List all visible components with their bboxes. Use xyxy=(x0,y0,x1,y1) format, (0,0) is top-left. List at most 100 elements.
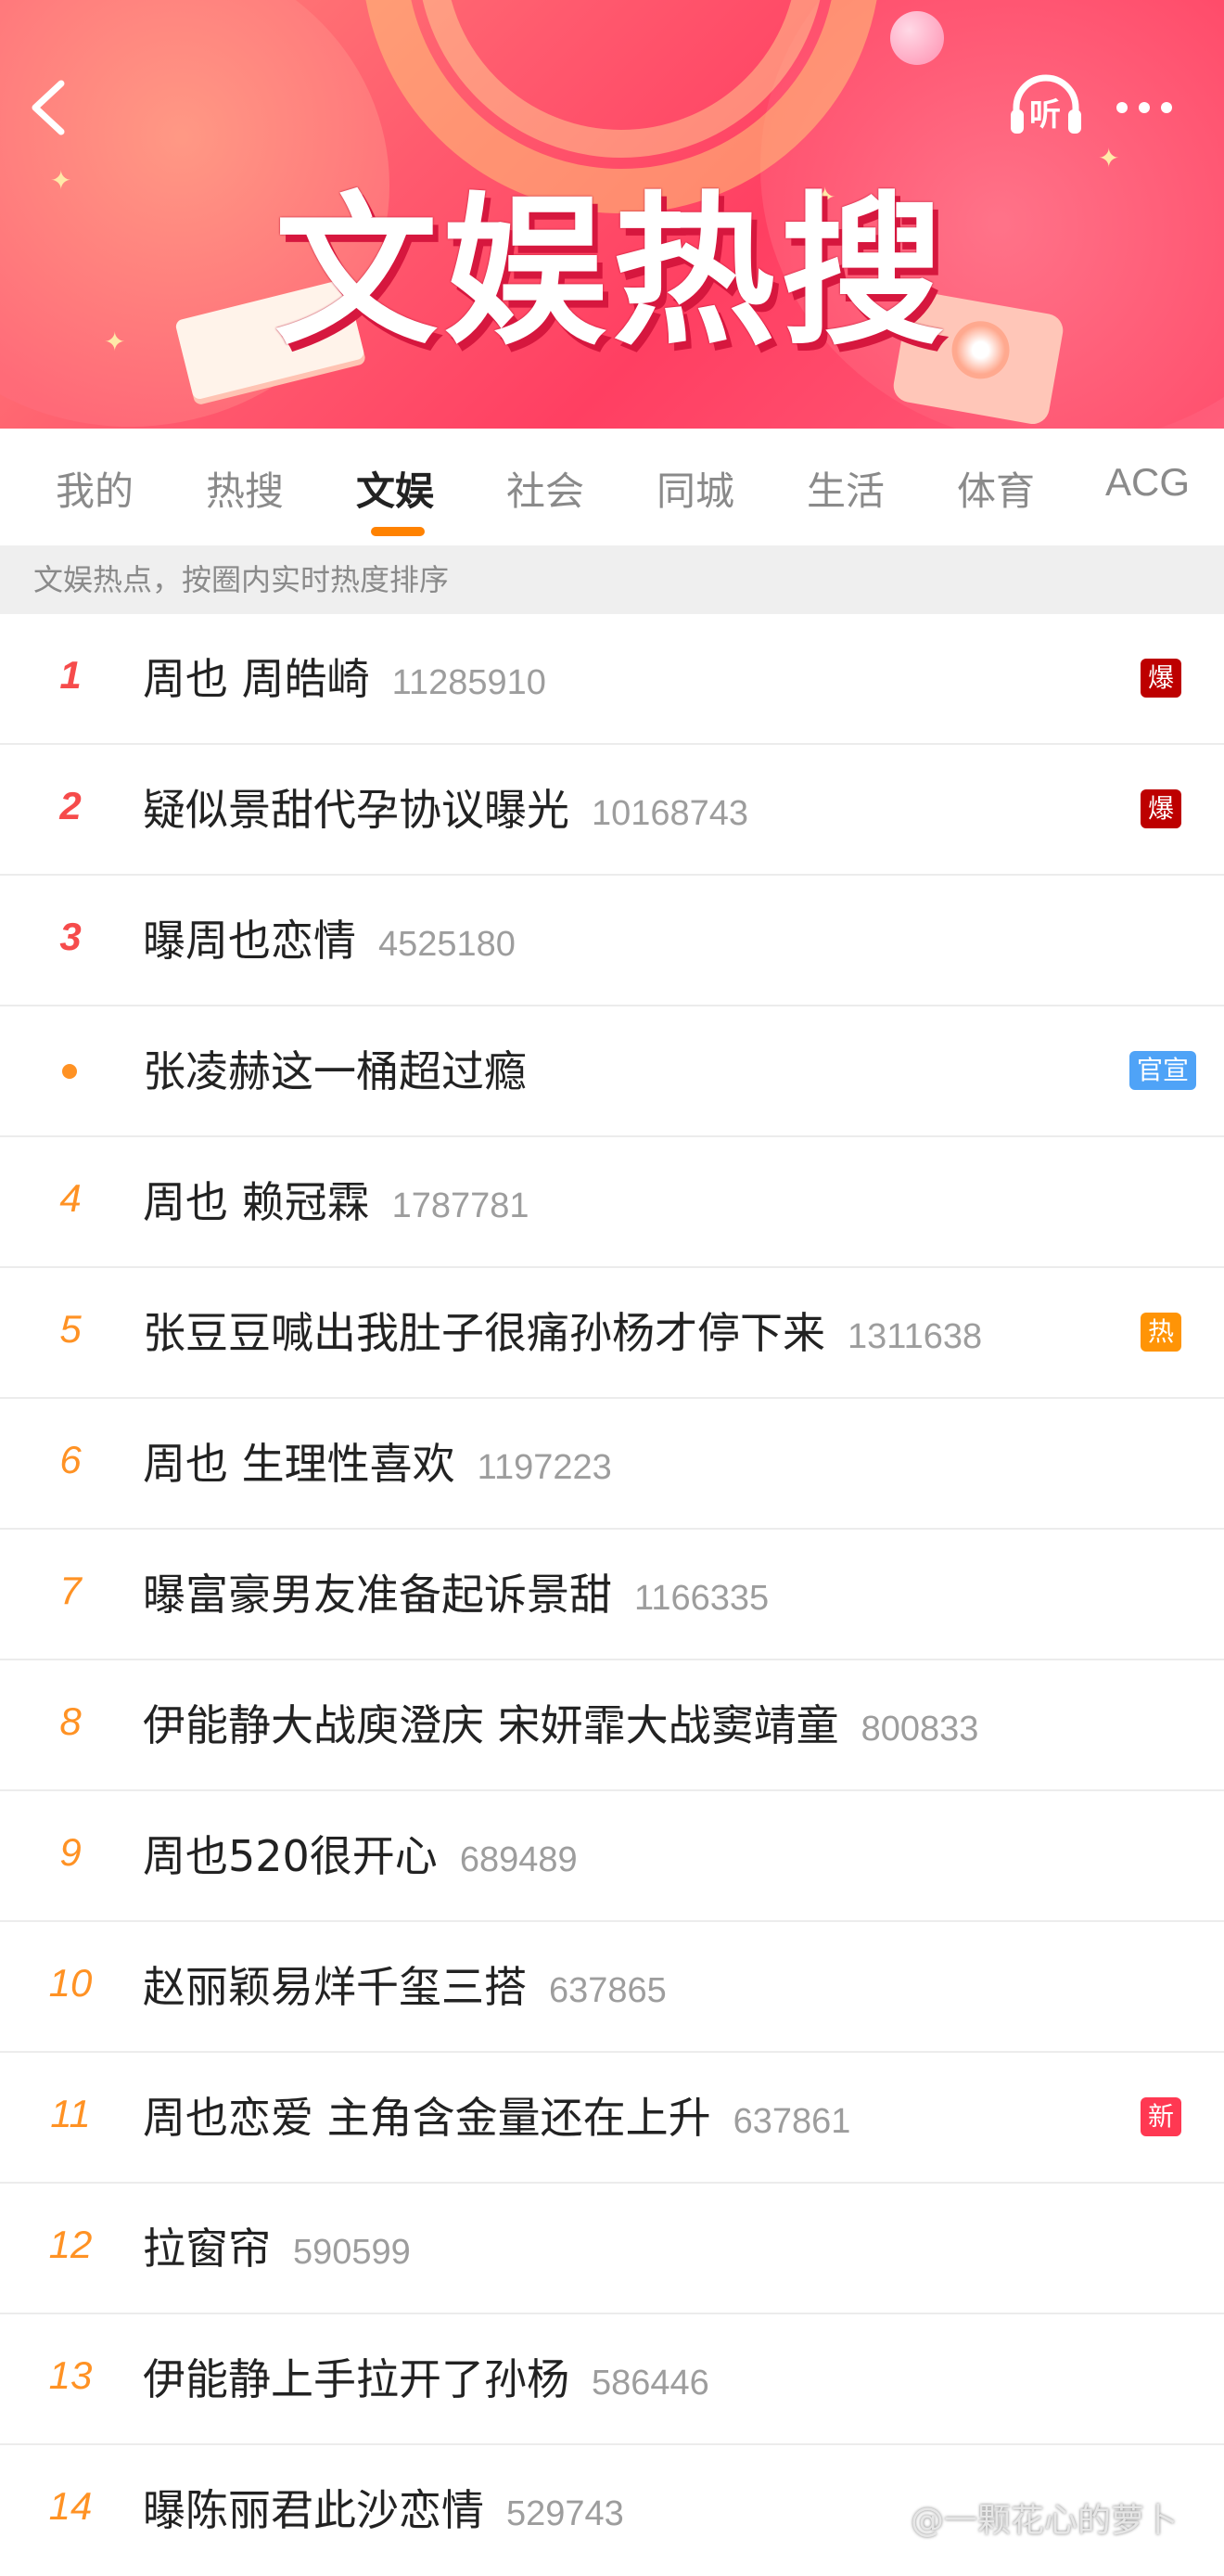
list-item[interactable]: 8 伊能静大战庾澄庆 宋妍霏大战窦靖童 800833 xyxy=(0,1660,1224,1791)
list-item-promoted[interactable]: 张凌赫这一桶超过瘾 官宣 xyxy=(0,1006,1224,1137)
list-item[interactable]: 6 周也 生理性喜欢 1197223 xyxy=(0,1399,1224,1530)
more-button[interactable] xyxy=(1116,89,1191,126)
topic-text: 周也 生理性喜欢 xyxy=(143,1439,455,1489)
heat-count: 590599 xyxy=(293,2233,411,2272)
list-description: 文娱热点，按圈内实时热度排序 xyxy=(0,545,1224,614)
rank-number: 12 xyxy=(48,2223,93,2266)
topic-title: 曝陈丽君此沙恋情 529743 xyxy=(143,2477,624,2538)
heat-count: 529743 xyxy=(506,2494,624,2533)
more-dots-icon xyxy=(1139,102,1150,113)
rank-number: 10 xyxy=(48,1961,93,2005)
topic-text: 曝周也恋情 xyxy=(143,916,356,966)
page-title: 文娱热搜 xyxy=(274,177,950,367)
heat-count: 637865 xyxy=(549,1971,667,2010)
heat-count: 1787781 xyxy=(391,1186,529,1225)
topic-title: 周也 生理性喜欢 1197223 xyxy=(143,1430,612,1492)
heat-count: 11285910 xyxy=(391,663,546,702)
topic-text: 周也 周皓崎 xyxy=(143,654,370,704)
header-banner: ✦ ✦ ✦ ✦ 文娱热搜 听 xyxy=(0,0,1224,429)
heat-count: 4525180 xyxy=(378,925,516,964)
list-item[interactable]: 13 伊能静上手拉开了孙杨 586446 xyxy=(0,2314,1224,2445)
tab-wode[interactable]: 我的 xyxy=(56,460,134,517)
active-tab-indicator xyxy=(371,527,425,536)
list-item[interactable]: 9 周也520很开心 689489 xyxy=(0,1791,1224,1922)
topic-title: 伊能静大战庾澄庆 宋妍霏大战窦靖童 800833 xyxy=(143,1692,978,1753)
rank-number: 1 xyxy=(59,653,82,697)
list-item[interactable]: 3 曝周也恋情 4525180 xyxy=(0,876,1224,1006)
rank-number: 11 xyxy=(50,2092,91,2135)
list-item[interactable]: 11 周也恋爱 主角含金量还在上升 637861 新 xyxy=(0,2053,1224,2184)
heat-count: 10168743 xyxy=(592,794,749,833)
tab-resou[interactable]: 热搜 xyxy=(206,460,284,517)
topic-text: 周也520很开心 xyxy=(143,1831,438,1881)
heat-count: 637861 xyxy=(733,2102,851,2141)
tab-shenghuo[interactable]: 生活 xyxy=(807,460,885,517)
topic-text: 赵丽颖易烊千玺三搭 xyxy=(143,1962,527,2012)
chevron-left-icon xyxy=(32,80,65,135)
promoted-dot-icon xyxy=(62,1064,77,1079)
topic-text: 伊能静大战庾澄庆 宋妍霏大战窦靖童 xyxy=(143,1700,839,1750)
tab-shehui[interactable]: 社会 xyxy=(506,460,584,517)
planet-decoration xyxy=(890,11,944,65)
topic-text: 疑似景甜代孕协议曝光 xyxy=(143,785,569,835)
tab-tongcheng[interactable]: 同城 xyxy=(657,460,734,517)
rank-number: 6 xyxy=(59,1438,82,1481)
topic-text: 周也 赖冠霖 xyxy=(143,1177,370,1227)
category-tabs: 我的 热搜 文娱 社会 同城 生活 体育 ACG xyxy=(0,429,1224,545)
status-badge: 新 xyxy=(1141,2097,1181,2136)
status-badge: 热 xyxy=(1141,1313,1181,1352)
topic-title: 拉窗帘 590599 xyxy=(143,2215,411,2276)
rank-number: 5 xyxy=(59,1307,82,1351)
list-item[interactable]: 12 拉窗帘 590599 xyxy=(0,2184,1224,2314)
rank-number: 13 xyxy=(48,2353,93,2397)
heat-count: 689489 xyxy=(459,1840,578,1879)
heat-count: 800833 xyxy=(861,1710,979,1749)
topic-title: 周也 赖冠霖 1787781 xyxy=(143,1169,529,1230)
list-item[interactable]: 5 张豆豆喊出我肚子很痛孙杨才停下来 1311638 热 xyxy=(0,1268,1224,1399)
more-dots-icon xyxy=(1116,102,1128,113)
status-badge: 爆 xyxy=(1141,659,1181,698)
rank-number: 3 xyxy=(59,915,82,958)
status-badge: 爆 xyxy=(1141,789,1181,828)
list-item[interactable]: 1 周也 周皓崎 11285910 爆 xyxy=(0,614,1224,745)
topic-text: 张豆豆喊出我肚子很痛孙杨才停下来 xyxy=(143,1308,825,1358)
back-button[interactable] xyxy=(20,70,76,145)
topic-title: 周也 周皓崎 11285910 xyxy=(143,646,546,707)
list-item[interactable]: 10 赵丽颖易烊千玺三搭 637865 xyxy=(0,1922,1224,2053)
heat-count: 1311638 xyxy=(848,1317,983,1356)
list-item[interactable]: 2 疑似景甜代孕协议曝光 10168743 爆 xyxy=(0,745,1224,876)
tab-wenyu[interactable]: 文娱 xyxy=(356,460,434,517)
rank-number: 14 xyxy=(48,2484,93,2528)
rank-number: 9 xyxy=(59,1830,82,1874)
tab-tiyu[interactable]: 体育 xyxy=(957,460,1035,517)
topic-text: 伊能静上手拉开了孙杨 xyxy=(143,2354,569,2404)
list-item[interactable]: 7 曝富豪男友准备起诉景甜 1166335 xyxy=(0,1530,1224,1660)
heat-count: 1197223 xyxy=(477,1448,612,1487)
topic-text: 曝陈丽君此沙恋情 xyxy=(143,2485,484,2535)
listen-button[interactable]: 听 xyxy=(1007,72,1085,139)
listen-label: 听 xyxy=(1029,96,1061,134)
topic-text: 张凌赫这一桶超过瘾 xyxy=(143,1046,527,1096)
topic-title: 疑似景甜代孕协议曝光 10168743 xyxy=(143,776,748,838)
topic-title: 曝周也恋情 4525180 xyxy=(143,907,516,968)
rank-number: 4 xyxy=(59,1176,82,1220)
more-dots-icon xyxy=(1161,102,1172,113)
topic-title: 周也恋爱 主角含金量还在上升 637861 xyxy=(143,2084,850,2146)
rank-number: 7 xyxy=(59,1569,82,1612)
heat-count: 1166335 xyxy=(634,1579,770,1618)
status-badge: 官宣 xyxy=(1129,1051,1196,1090)
topic-text: 曝富豪男友准备起诉景甜 xyxy=(143,1570,612,1620)
topic-text: 拉窗帘 xyxy=(143,2224,271,2274)
list-item[interactable]: 4 周也 赖冠霖 1787781 xyxy=(0,1137,1224,1268)
topic-title: 曝富豪男友准备起诉景甜 1166335 xyxy=(143,1561,769,1622)
watermark: @一颗花心的萝卜 xyxy=(911,2502,1179,2540)
topic-title: 张凌赫这一桶超过瘾 xyxy=(143,1038,527,1099)
tab-acg[interactable]: ACG xyxy=(1105,460,1190,505)
topic-title: 赵丽颖易烊千玺三搭 637865 xyxy=(143,1954,667,2015)
topic-title: 伊能静上手拉开了孙杨 586446 xyxy=(143,2346,709,2407)
topic-text: 周也恋爱 主角含金量还在上升 xyxy=(143,2093,711,2143)
topic-title: 周也520很开心 689489 xyxy=(143,1823,578,1884)
rank-number: 2 xyxy=(59,784,82,827)
rank-number: 8 xyxy=(59,1699,82,1743)
heat-count: 586446 xyxy=(592,2364,709,2403)
